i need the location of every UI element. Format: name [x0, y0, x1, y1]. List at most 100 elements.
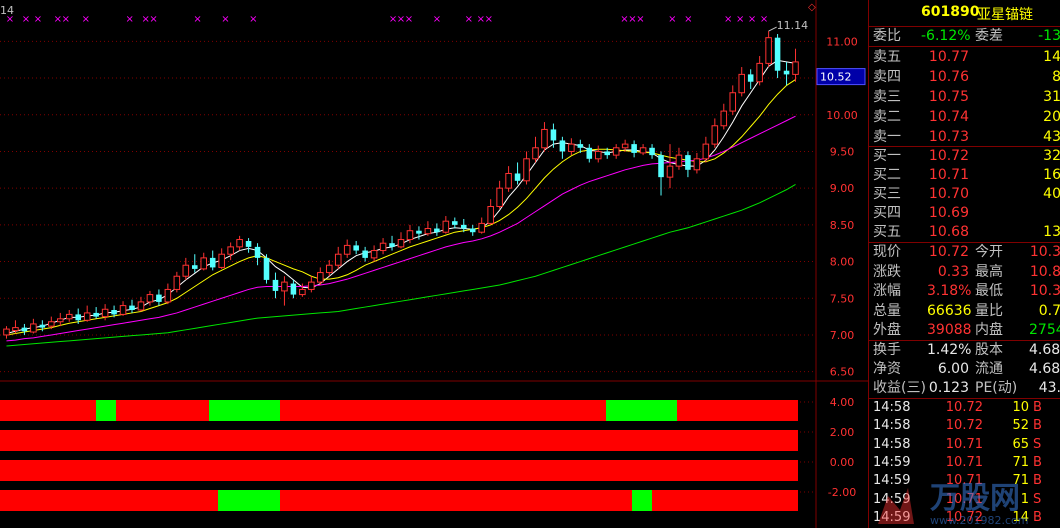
fundamental-row: 换手 1.42%股本 4.68亿 [869, 340, 1060, 360]
stat-label: 外盘 [873, 322, 901, 338]
signal-marker: × [62, 14, 70, 25]
candle-body-up [738, 73, 745, 94]
ask-price: 10.76 [928, 69, 969, 85]
signal-marker: × [485, 14, 493, 25]
tick-volume: 71 [1012, 454, 1029, 470]
price-tick-label: 7.50 [830, 292, 855, 305]
bid-row: 买四 10.69 [869, 203, 1060, 223]
candle-body-up [57, 318, 64, 323]
ask-row: 卖一 10.73 43 [869, 127, 1060, 147]
signal-marker: × [193, 14, 201, 25]
stat-value: 3.18% [927, 283, 972, 299]
ask-row: 卖四 10.76 8 [869, 67, 1060, 87]
kline-chart[interactable]: 11.0010.5010.009.509.008.508.007.507.006… [0, 0, 868, 528]
candle-body-down [550, 129, 557, 141]
tick-volume: 10 [1012, 400, 1029, 415]
signal-marker: × [668, 14, 676, 25]
tick-time: 14:58 [873, 418, 911, 434]
ask-row: 卖三 10.75 31 [869, 87, 1060, 107]
price-tick-label: 8.00 [830, 256, 855, 269]
price-tick-label: 6.50 [830, 366, 855, 379]
signal-marker: × [433, 14, 441, 25]
stat-label-2: 今开 [975, 244, 1003, 260]
bid-price: 10.68 [928, 224, 969, 240]
quote-panel: 601890 亚星锚链 委比 -6.12% 委差 -13 卖五 10.77 14 卖四… [868, 0, 1060, 528]
tick-time: 14:59 [873, 454, 911, 470]
candle-body-up [639, 147, 647, 154]
candle-body-down [209, 257, 216, 268]
candle-body-up [505, 172, 512, 189]
candle-body-up [729, 92, 737, 112]
price-tick-label: 10.00 [826, 109, 858, 122]
candle-body-up [65, 313, 73, 320]
candle-body-down [747, 74, 754, 82]
signal-marker: × [684, 14, 692, 25]
candle-body-up [281, 281, 288, 292]
stat-row: 外盘 39088内盘 2754 [869, 320, 1060, 340]
ask-volume: 20 [1043, 109, 1060, 125]
fundamental-value: 0.123 [928, 380, 969, 396]
tick-flag: S [1033, 436, 1042, 452]
corner-marker: ◇ [808, 2, 816, 13]
tick-row: 14:58 10.72 10 B [869, 399, 1060, 417]
candle-body-down [586, 147, 593, 159]
candle-body-up [227, 246, 234, 255]
weibi-label: 委比 [873, 28, 901, 44]
bid-volume: 32 [1043, 148, 1060, 164]
candle-body-up [334, 253, 342, 266]
ask-row: 卖二 10.74 20 [869, 107, 1060, 127]
fundamental-label: 收益(三) [873, 380, 926, 396]
stat-value: 66636 [927, 302, 972, 319]
indicator-bar [0, 400, 798, 421]
stat-row: 涨跌 0.33 最高 10.8 [869, 262, 1060, 282]
bid-row: 买五 10.68 13 [869, 222, 1060, 242]
stat-row: 涨幅 3.18% 最低 10.3 [869, 281, 1060, 301]
candle-body-up [693, 158, 701, 171]
bid-price: 10.70 [928, 186, 969, 202]
stat-label: 总量 [873, 302, 901, 319]
candle-body-up [379, 242, 387, 252]
bid-volume: 40 [1043, 186, 1060, 202]
candle-body-down [774, 37, 781, 71]
weicha-label: 委差 [975, 28, 1003, 44]
candle-body-down [191, 265, 198, 269]
candle-body-down [577, 144, 584, 148]
fundamental-label-2: PE(动) [975, 380, 1018, 396]
tick-flag: B [1033, 454, 1042, 470]
signal-marker: × [149, 14, 157, 25]
candle-body-up [442, 220, 450, 233]
candle-body-down [39, 324, 46, 328]
candle-body-up [146, 294, 154, 303]
tick-row: 14:58 10.71 65 S [869, 436, 1060, 454]
indicator-signal-segment [606, 400, 677, 421]
ask-row: 卖五 10.77 14 [869, 47, 1060, 67]
stat-label-2: 最低 [975, 283, 1003, 299]
ask-price: 10.73 [928, 129, 969, 145]
indicator-signal-segment [209, 400, 280, 421]
fundamental-value-2: 4.68亿 [1029, 361, 1060, 377]
candle-body-up [12, 327, 19, 332]
candle-body-up [666, 165, 674, 178]
signal-marker: × [221, 14, 229, 25]
indicator-tick-label: 4.00 [830, 396, 855, 409]
candle-body-up [236, 239, 243, 248]
tick-flag: B [1033, 418, 1042, 434]
signal-marker: × [22, 14, 30, 25]
candle-body-up [612, 147, 620, 156]
ask-volume: 14 [1043, 49, 1060, 65]
candle-body-up [594, 150, 602, 160]
candle-body-up [218, 253, 225, 268]
candle-body-up [101, 308, 109, 318]
bid-row: 买二 10.71 16 [869, 165, 1060, 185]
fundamental-label: 换手 [873, 342, 901, 358]
candle-body-down [434, 228, 440, 233]
signal-marker: × [465, 14, 473, 25]
candle-body-down [559, 140, 566, 152]
candle-body-up [406, 230, 414, 241]
moving-average-line [6, 59, 796, 334]
indicator-tick-label: -2.00 [828, 486, 856, 499]
candle-body-down [469, 228, 476, 233]
candle-body-down [604, 151, 611, 156]
ask-label: 卖三 [873, 89, 901, 105]
bid-row: 买三 10.70 40 [869, 184, 1060, 204]
